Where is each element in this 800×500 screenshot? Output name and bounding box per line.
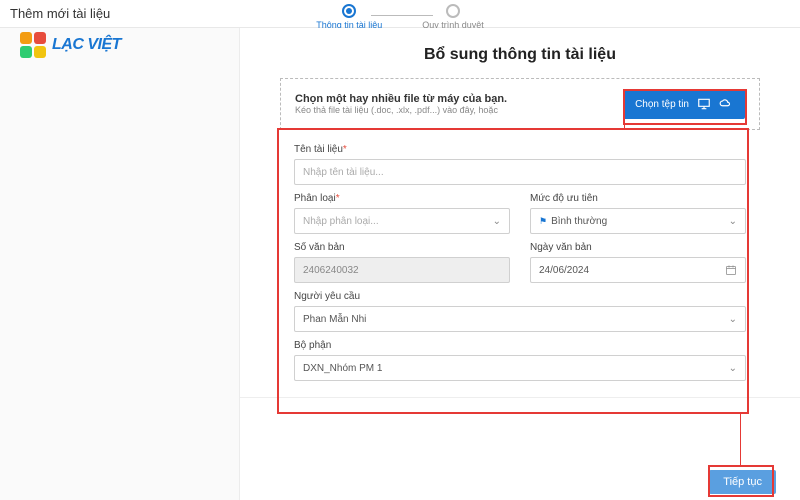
section-heading: Bổ sung thông tin tài liệu: [280, 46, 760, 64]
docdate-picker[interactable]: 24/06/2024: [530, 257, 746, 283]
step-info[interactable]: Thông tin tài liệu: [316, 4, 382, 30]
choose-file-button[interactable]: Chọn tệp tin: [623, 89, 745, 119]
step-circle-icon: [342, 4, 356, 18]
upload-title: Chọn một hay nhiều file từ máy của bạn.: [295, 93, 507, 105]
logo-icon: [20, 32, 46, 58]
step-circle-icon: [446, 4, 460, 18]
docdate-label: Ngày văn bản: [530, 242, 746, 253]
requester-select[interactable]: Phan Mẫn Nhi ⌄: [294, 306, 746, 332]
form-container: Tên tài liệu* Phân loại* ⌄ Mức độ ưu tiê…: [280, 134, 760, 395]
logo-text: Lạc Việt: [52, 36, 121, 54]
choose-file-label: Chọn tệp tin: [635, 99, 689, 110]
divider: [240, 397, 800, 398]
docname-input[interactable]: [294, 159, 746, 185]
chevron-down-icon: ⌄: [729, 363, 737, 374]
docno-value: 2406240032: [303, 265, 359, 276]
docdate-value: 24/06/2024: [539, 265, 589, 276]
docno-label: Số văn bản: [294, 242, 510, 253]
monitor-icon: [697, 97, 711, 111]
main-panel: Bổ sung thông tin tài liệu Chọn một hay …: [240, 28, 800, 500]
chevron-down-icon: ⌄: [729, 216, 737, 227]
category-select[interactable]: ⌄: [294, 208, 510, 234]
priority-label: Mức độ ưu tiên: [530, 193, 746, 204]
docname-label: Tên tài liệu*: [294, 144, 746, 155]
department-value: DXN_Nhóm PM 1: [303, 363, 382, 374]
continue-button[interactable]: Tiếp tục: [709, 470, 776, 494]
department-label: Bộ phận: [294, 340, 746, 351]
docno-field: 2406240032: [294, 257, 510, 283]
left-sidebar: [0, 28, 240, 500]
chevron-down-icon: ⌄: [729, 314, 737, 325]
category-label: Phân loại*: [294, 193, 510, 204]
stepper: Thông tin tài liệu Quy trình duyệt: [0, 4, 800, 30]
flag-icon: ⚑: [539, 216, 547, 226]
chevron-down-icon: ⌄: [493, 216, 501, 227]
upload-dropzone[interactable]: Chọn một hay nhiều file từ máy của bạn. …: [280, 78, 760, 130]
category-text[interactable]: [303, 216, 493, 227]
upload-subtitle: Kéo thả file tài liệu (.doc, .xlx, .pdf.…: [295, 105, 507, 115]
cloud-icon: [719, 97, 733, 111]
requester-value: Phan Mẫn Nhi: [303, 314, 366, 325]
brand-logo: Lạc Việt: [20, 32, 121, 58]
priority-value: Bình thường: [551, 216, 607, 227]
calendar-icon: [725, 264, 737, 276]
docname-text[interactable]: [303, 167, 737, 178]
priority-select[interactable]: ⚑ Bình thường ⌄: [530, 208, 746, 234]
department-select[interactable]: DXN_Nhóm PM 1 ⌄: [294, 355, 746, 381]
requester-label: Người yêu cầu: [294, 291, 746, 302]
step-workflow[interactable]: Quy trình duyệt: [422, 4, 484, 30]
